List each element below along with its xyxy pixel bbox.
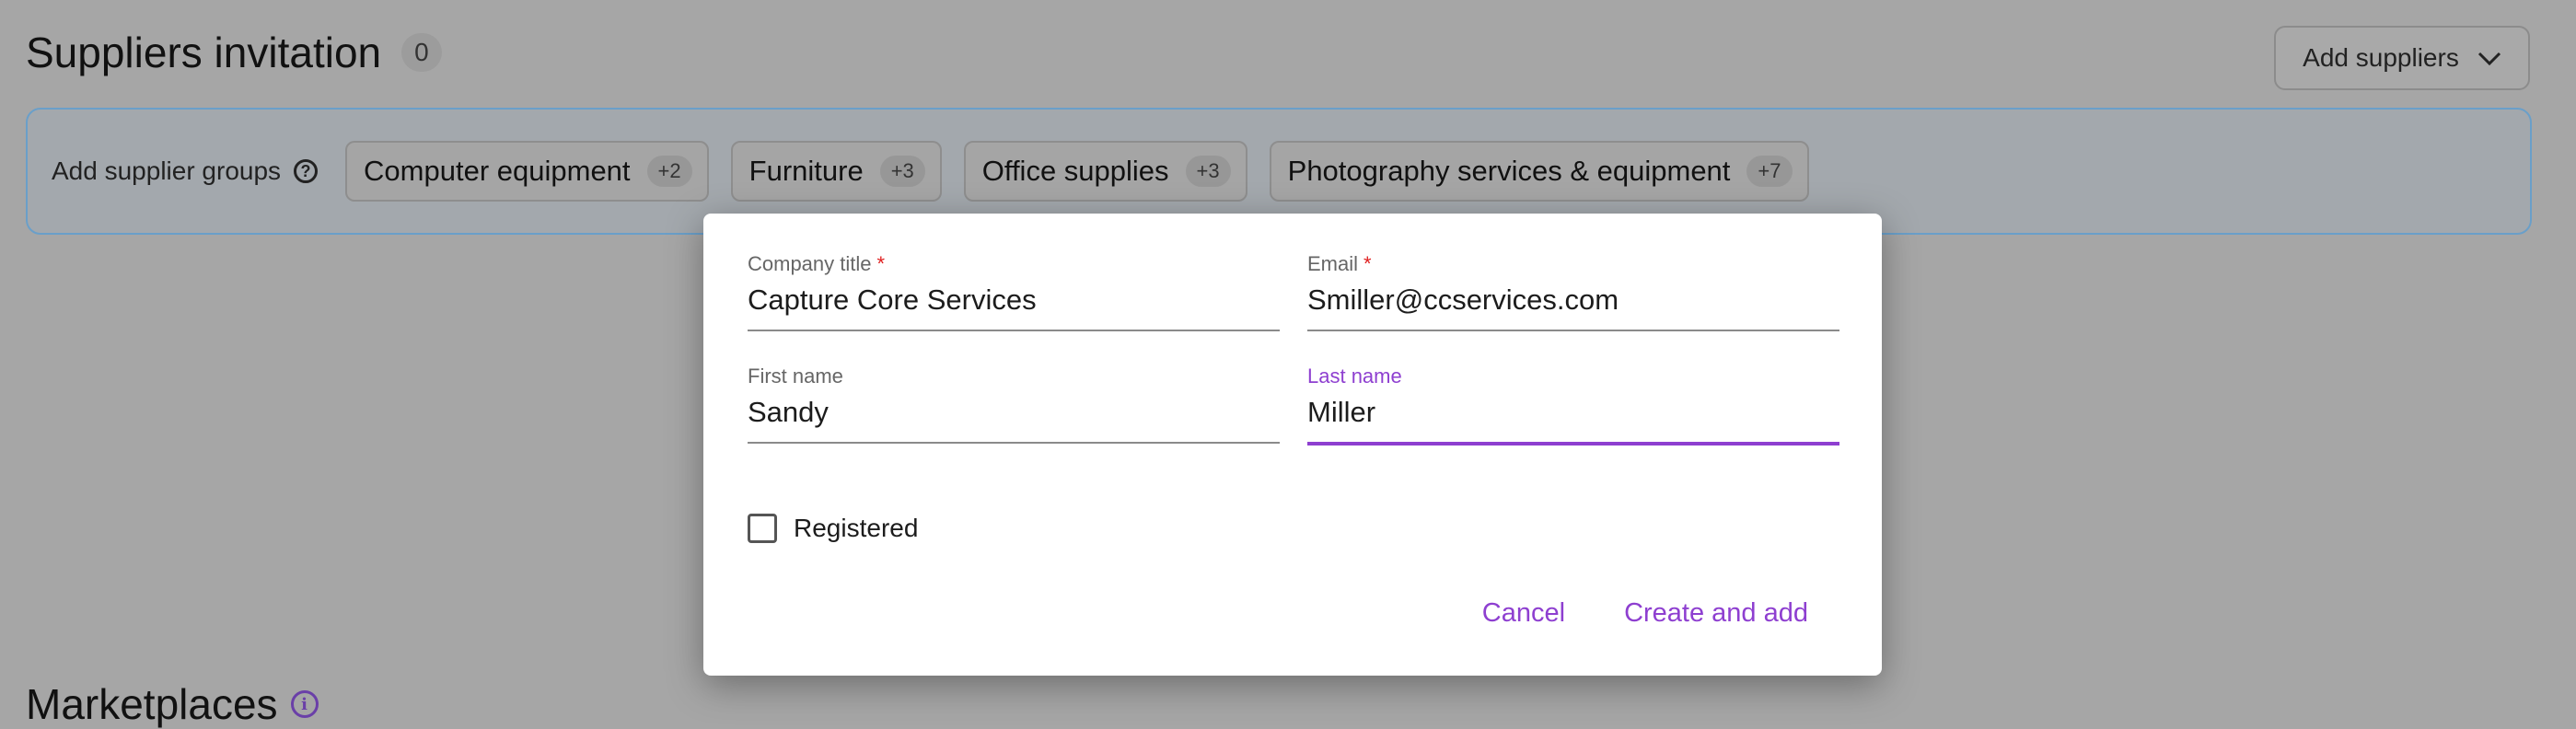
registered-label: Registered (794, 514, 919, 542)
group-chip-office-supplies[interactable]: Office supplies +3 (963, 141, 1247, 202)
registered-checkbox-row[interactable]: Registered (748, 514, 918, 543)
last-name-input[interactable] (1307, 396, 1839, 446)
add-suppliers-button[interactable]: Add suppliers (2274, 26, 2530, 90)
add-suppliers-label: Add suppliers (2303, 43, 2459, 72)
chip-count: +3 (1185, 156, 1231, 187)
first-name-input[interactable] (748, 396, 1280, 444)
suppliers-invitation-header: Suppliers invitation 0 (26, 28, 442, 77)
company-title-input[interactable] (748, 284, 1280, 331)
group-chip-photography[interactable]: Photography services & equipment +7 (1269, 141, 1809, 202)
supplier-count-badge: 0 (401, 33, 442, 72)
page-background: Suppliers invitation 0 Add suppliers Add… (0, 0, 2576, 728)
chip-label: Computer equipment (364, 155, 631, 187)
chip-label: Photography services & equipment (1287, 155, 1731, 187)
last-name-label: Last name (1307, 364, 1402, 388)
chip-label: Office supplies (981, 155, 1169, 187)
required-mark: * (1363, 252, 1372, 275)
group-chip-computer-equipment[interactable]: Computer equipment +2 (345, 141, 709, 202)
last-name-field: Last name (1307, 364, 1839, 446)
marketplaces-title: Marketplaces (26, 680, 278, 728)
info-circle-icon[interactable]: i (290, 690, 319, 718)
company-title-label: Company title * (748, 252, 886, 275)
first-name-field: First name (748, 364, 1280, 444)
page-title: Suppliers invitation (26, 29, 382, 76)
group-chip-furniture[interactable]: Furniture +3 (730, 141, 942, 202)
supplier-groups-label: Add supplier groups (52, 156, 282, 185)
cancel-button[interactable]: Cancel (1482, 598, 1565, 629)
email-label: Email * (1307, 252, 1372, 275)
marketplaces-header: Marketplaces i (26, 679, 319, 729)
chip-count: +7 (1746, 156, 1793, 187)
registered-checkbox[interactable] (748, 514, 777, 543)
first-name-label: First name (748, 364, 843, 388)
dialog-actions: Cancel Create and add (1482, 598, 1808, 629)
question-circle-icon[interactable]: ? (294, 159, 319, 183)
create-supplier-dialog: Company title* Email* First name Last na… (703, 214, 1882, 676)
create-and-add-button[interactable]: Create and add (1624, 598, 1808, 629)
chip-count: +2 (646, 156, 692, 187)
chip-label: Furniture (748, 155, 864, 187)
company-title-field: Company title * (748, 252, 1280, 331)
required-mark: * (876, 252, 886, 275)
chip-count: +3 (879, 156, 925, 187)
supplier-groups-label-wrap: Add supplier groups ? (52, 156, 319, 186)
chevron-down-icon (2477, 43, 2501, 73)
email-field: Email * (1307, 252, 1839, 331)
email-input[interactable] (1307, 284, 1839, 331)
